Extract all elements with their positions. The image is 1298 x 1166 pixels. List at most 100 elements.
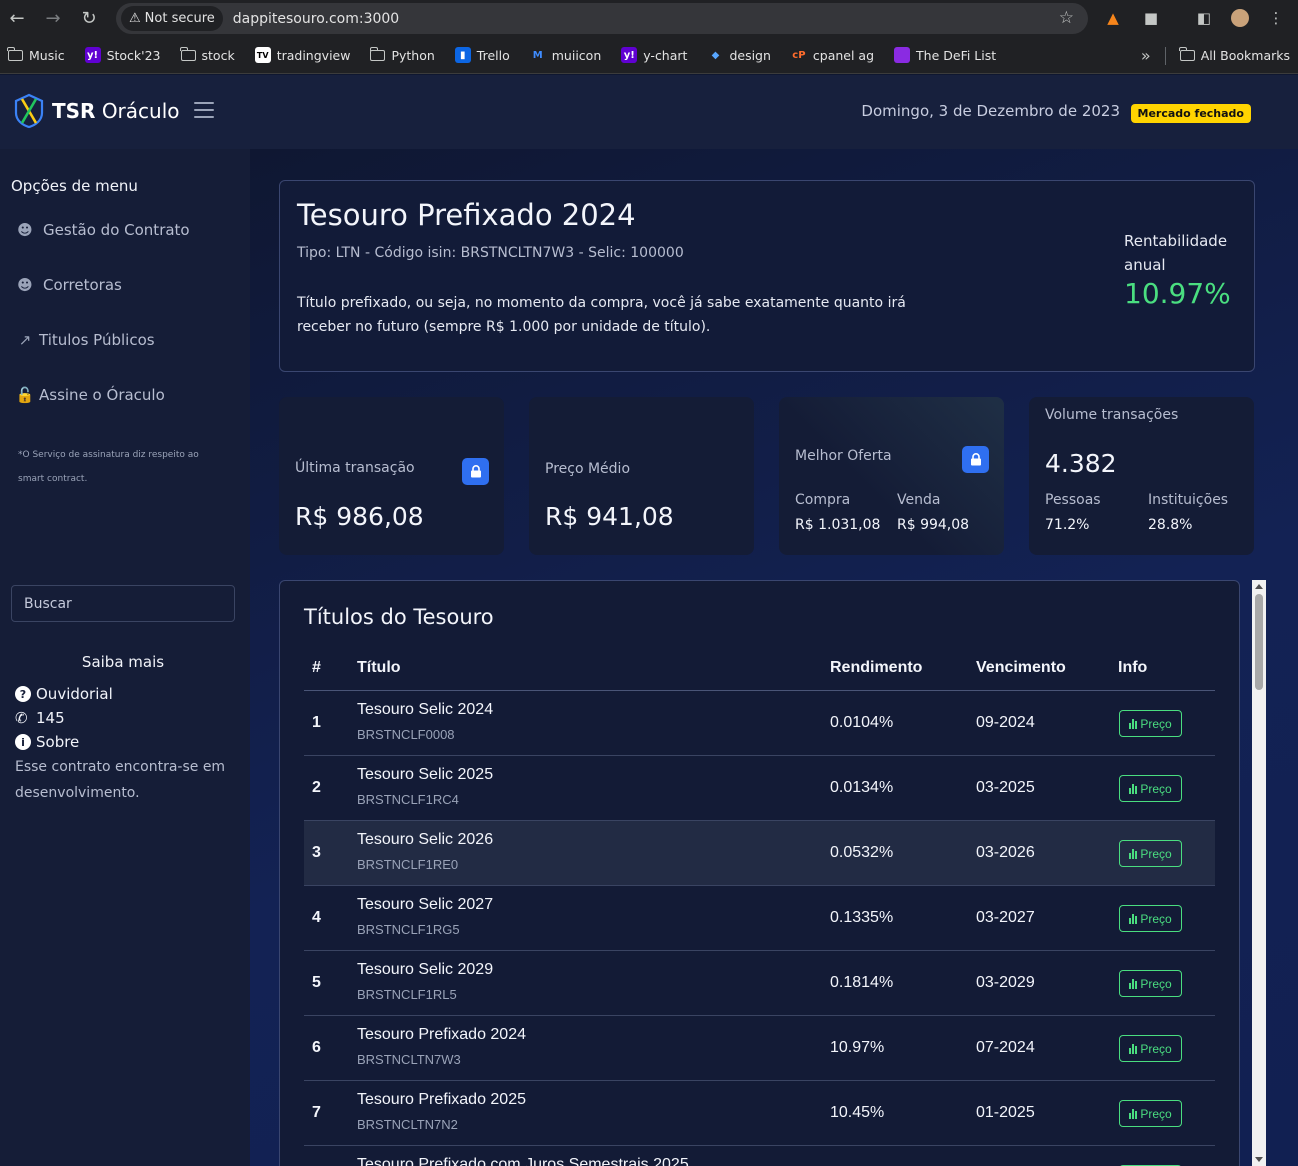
stat-label: Última transação (295, 460, 415, 476)
table-row[interactable]: 7 Tesouro Prefixado 2025 BRSTNCLTN7N2 10.45… (304, 1081, 1215, 1146)
defi-icon (894, 47, 911, 63)
scrollbar[interactable] (1252, 580, 1266, 1166)
forward-icon[interactable]: → (37, 2, 69, 34)
annual-return-label: Rentabilidade anual (1124, 232, 1228, 274)
price-button[interactable]: Preço (1119, 710, 1182, 737)
bond-name: Tesouro Prefixado com Juros Semestrais 2… (357, 1156, 689, 1166)
yahoo-icon: y! (621, 47, 638, 63)
menu-kebab-icon[interactable]: ⋮ (1264, 6, 1288, 30)
question-circle-icon: ? (15, 686, 31, 702)
menu-title: Opções de menu (11, 177, 138, 195)
bar-chart-icon (1129, 718, 1138, 729)
side-panel-icon[interactable]: ◧ (1192, 6, 1216, 30)
column-header-num: # (312, 659, 321, 676)
bookmarks-divider (1164, 46, 1166, 65)
bookmark-tradingview[interactable]: TV tradingview (254, 47, 350, 63)
stat-value: R$ 941,08 (545, 502, 674, 531)
hamburger-menu-icon[interactable] (194, 102, 214, 118)
sidebar-item-gestao-contrato[interactable]: ☻ Gestão do Contrato (15, 221, 189, 239)
bookmark-music[interactable]: Music (7, 46, 65, 63)
bond-maturity: 09-2024 (976, 714, 1035, 731)
bookmark-cpanel[interactable]: cP cpanel ag (791, 47, 874, 63)
folder-icon (1179, 47, 1195, 61)
people-label: Pessoas (1045, 492, 1101, 508)
bond-maturity: 01-2025 (976, 1104, 1035, 1121)
sell-label: Venda (897, 492, 941, 508)
bond-description: Título prefixado, ou seja, no momento da… (297, 295, 906, 335)
extensions-icon[interactable]: ■ (1139, 6, 1163, 30)
table-row[interactable]: 6 Tesouro Prefixado 2024 BRSTNCLTN7W3 10.97… (304, 1016, 1215, 1081)
app-header: TSR Oráculo Domingo, 3 de Dezembro de 20… (0, 75, 1298, 149)
lock-button[interactable] (462, 458, 489, 485)
lock-button[interactable] (962, 446, 989, 473)
url-text[interactable]: dappitesouro.com:3000 (233, 11, 399, 27)
scroll-thumb[interactable] (1255, 594, 1263, 690)
stat-average-price: Preço Médio R$ 941,08 (529, 397, 754, 555)
price-button-label: Preço (1140, 1106, 1172, 1121)
all-bookmarks[interactable]: All Bookmarks (1179, 47, 1290, 63)
user-gear-icon: ☻ (17, 221, 33, 239)
lock-open-icon: 🔓 (15, 386, 35, 404)
bond-code: BRSTNCLF0008 (357, 727, 455, 742)
price-button-label: Preço (1140, 716, 1172, 731)
bond-name: Tesouro Selic 2029 (357, 961, 494, 978)
price-button[interactable]: Preço (1119, 840, 1182, 867)
cpanel-icon: cP (792, 49, 806, 61)
bond-name: Tesouro Selic 2024 (357, 701, 494, 718)
reload-icon[interactable]: ↻ (73, 2, 105, 34)
price-button[interactable]: Preço (1119, 970, 1182, 997)
bookmark-stock[interactable]: stock (179, 46, 235, 63)
bar-chart-icon (1129, 913, 1138, 924)
sidebar-item-titulos-publicos[interactable]: ↗ Titulos Públicos (15, 331, 155, 349)
column-header-vencimento: Vencimento (976, 659, 1066, 676)
bookmarks-overflow-icon[interactable]: » (1141, 46, 1151, 65)
current-date: Domingo, 3 de Dezembro de 2023 (861, 102, 1120, 120)
price-button[interactable]: Preço (1119, 905, 1182, 932)
browser-toolbar: ← → ↻ ⚠ Not secure dappitesouro.com:3000… (0, 0, 1298, 37)
metamask-icon[interactable]: ▲ (1101, 6, 1125, 30)
table-row[interactable]: 4 Tesouro Selic 2027 BRSTNCLF1RG5 0.1335% 03… (304, 886, 1215, 951)
bond-yield: 0.0104% (830, 714, 894, 731)
back-icon[interactable]: ← (1, 2, 33, 34)
bookmark-star-icon[interactable]: ☆ (1059, 8, 1074, 28)
bookmark-design[interactable]: ◆ design (707, 47, 771, 63)
price-button[interactable]: Preço (1119, 1100, 1182, 1127)
scroll-down-arrow-icon[interactable] (1255, 1157, 1263, 1162)
price-button[interactable]: Preço (1119, 1035, 1182, 1062)
bookmark-muiicon[interactable]: Mmuiicon (530, 47, 601, 63)
bookmark-ychart[interactable]: y! y-chart (621, 47, 687, 63)
table-row[interactable]: 3 Tesouro Selic 2026 BRSTNCLF1RE0 0.0532% 03… (304, 821, 1215, 886)
bookmark-defi-list[interactable]: The DeFi List (894, 47, 996, 63)
phone-line: ✆ 145 (15, 709, 65, 727)
row-number: 7 (312, 1104, 321, 1121)
bookmark-stock23[interactable]: y! Stock'23 (84, 47, 161, 63)
lock-icon (470, 465, 481, 478)
price-button-label: Preço (1140, 1041, 1172, 1056)
table-row[interactable]: 8Tesouro Prefixado com Juros Semestrais … (304, 1146, 1215, 1166)
search-input[interactable] (11, 585, 235, 622)
table-row[interactable]: 5 Tesouro Selic 2029 BRSTNCLF1RL5 0.1814% 03… (304, 951, 1215, 1016)
app-logo[interactable]: TSR Oráculo (12, 93, 180, 129)
bond-maturity: 07-2024 (976, 1039, 1035, 1056)
bookmark-trello[interactable]: ▮ Trello (454, 47, 510, 63)
table-header: # Título Rendimento Vencimento Info (304, 659, 1215, 691)
price-button[interactable]: Preço (1119, 775, 1182, 802)
ouvidoria-link[interactable]: ? Ouvidorial (15, 685, 113, 703)
address-bar[interactable]: ⚠ Not secure dappitesouro.com:3000 ☆ (116, 3, 1088, 34)
sidebar: Opções de menu ☻ Gestão do Contrato ☻ Co… (0, 149, 250, 1166)
column-header-rendimento: Rendimento (830, 659, 923, 676)
scroll-up-arrow-icon[interactable] (1255, 584, 1263, 589)
bookmark-python[interactable]: Python (369, 46, 435, 63)
profile-avatar[interactable] (1228, 6, 1252, 30)
table-row[interactable]: 1 Tesouro Selic 2024 BRSTNCLF0008 0.0104% 09… (304, 691, 1215, 756)
saiba-mais-heading: Saiba mais (81, 653, 165, 671)
security-chip[interactable]: ⚠ Not secure (121, 6, 223, 31)
sidebar-item-assine[interactable]: 🔓 Assine o Óraculo (15, 386, 165, 404)
sobre-link[interactable]: i Sobre (15, 733, 79, 751)
stat-volume: Volume transações 4.382 Pessoas 71.2% In… (1029, 397, 1254, 555)
trello-icon: ▮ (454, 47, 471, 63)
sidebar-item-corretoras[interactable]: ☻ Corretoras (15, 276, 122, 294)
table-row[interactable]: 2 Tesouro Selic 2025 BRSTNCLF1RC4 0.0134% 03… (304, 756, 1215, 821)
bookmarks-bar: Music y! Stock'23 stock TV tradingview Pyt… (0, 37, 1298, 74)
buy-label: Compra (795, 492, 851, 508)
